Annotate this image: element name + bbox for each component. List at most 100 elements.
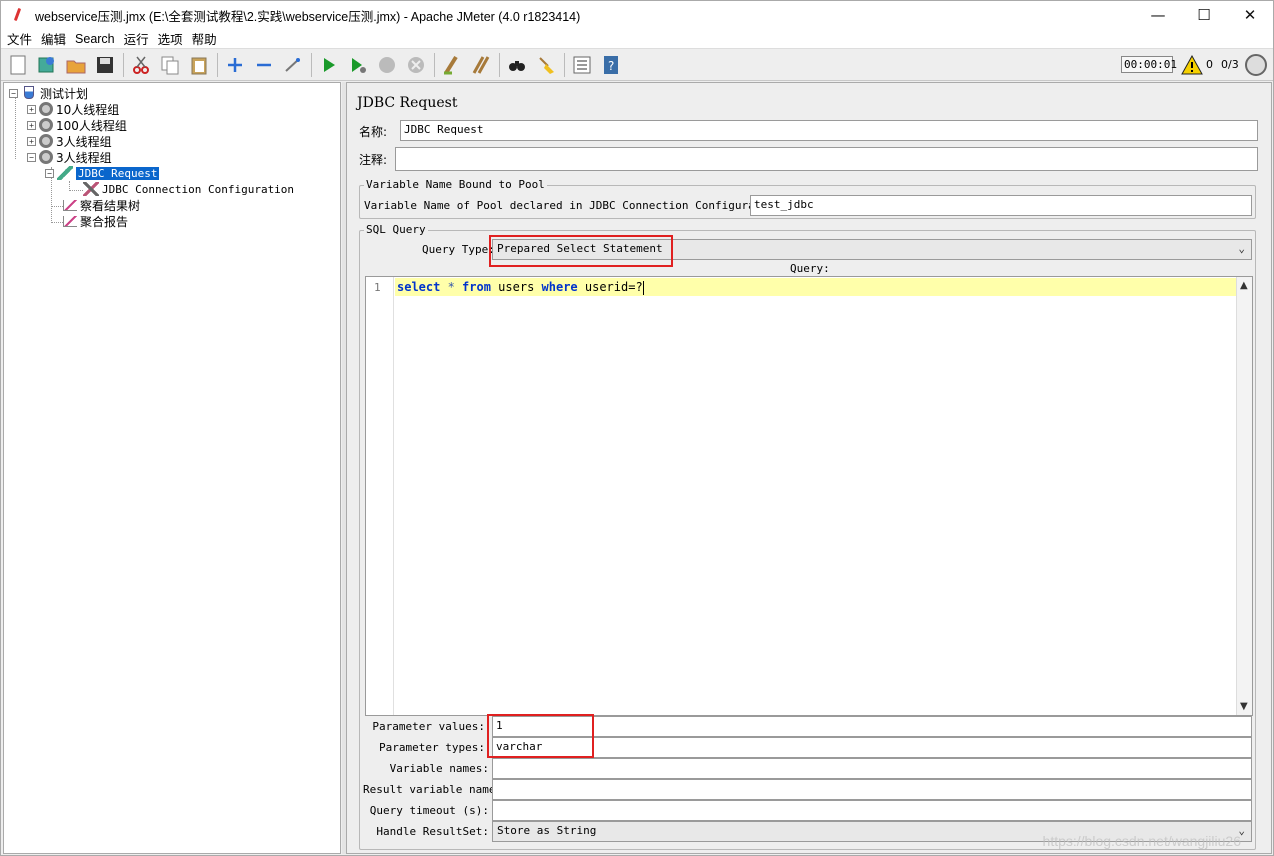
clear-icon[interactable] <box>441 54 463 76</box>
scroll-down-icon[interactable]: ▼ <box>1240 701 1248 712</box>
menu-search[interactable]: Search <box>75 32 115 46</box>
comment-label: 注释: <box>359 153 388 167</box>
sql-table: users <box>490 280 542 294</box>
tree-item-thread-group[interactable]: − 3人线程组 <box>27 149 112 165</box>
paste-icon[interactable] <box>188 54 210 76</box>
pool-name-field[interactable]: test_jdbc <box>750 195 1252 216</box>
menu-help[interactable]: 帮助 <box>192 29 217 48</box>
toolbar-separator <box>564 53 565 77</box>
sql-keyword-select: select <box>397 280 441 294</box>
toolbar-separator <box>434 53 435 77</box>
jmeter-feather-icon <box>11 7 25 23</box>
stop-icon[interactable] <box>376 54 398 76</box>
title-bar: webservice压测.jmx (E:\全套测试教程\2.实践\webserv… <box>1 1 1273 29</box>
active-threads: 0/3 <box>1221 58 1239 71</box>
reset-search-broom-icon[interactable] <box>535 54 557 76</box>
collapse-all-icon[interactable] <box>253 54 275 76</box>
name-label: 名称: <box>359 125 388 139</box>
remote-engine-icon[interactable] <box>1245 54 1267 76</box>
collapse-toggle[interactable]: − <box>45 168 54 178</box>
function-helper-icon[interactable] <box>571 54 593 76</box>
highlight-parameters <box>487 714 594 758</box>
expand-toggle[interactable]: + <box>27 104 36 114</box>
expand-toggle[interactable]: + <box>27 120 36 130</box>
warning-icon[interactable] <box>1181 54 1203 75</box>
tree-item-label: 聚合报告 <box>80 214 129 229</box>
shutdown-icon[interactable] <box>405 54 427 76</box>
param-types-label: Parameter types: <box>379 741 485 754</box>
query-timeout-field[interactable] <box>492 800 1252 821</box>
test-plan-tree: − 测试计划 + 10人线程组 + 100人线程组 + 3人线程组 − 3人线程… <box>3 82 341 854</box>
toolbar-separator <box>123 53 124 77</box>
menu-options[interactable]: 选项 <box>158 29 183 48</box>
tree-item-label-selected: JDBC Request <box>76 166 160 180</box>
result-variable-field[interactable] <box>492 779 1252 800</box>
maximize-button[interactable]: ☐ <box>1181 1 1227 29</box>
jmeter-window: webservice压测.jmx (E:\全套测试教程\2.实践\webserv… <box>0 0 1274 856</box>
sql-star: * <box>440 280 463 294</box>
sql-editor[interactable]: 1 select * from users where userid=? ▲ ▼ <box>365 276 1253 716</box>
tree-item-results-tree[interactable]: 察看结果树 <box>63 197 140 213</box>
expand-toggle[interactable]: + <box>27 136 36 146</box>
open-icon[interactable] <box>65 54 87 76</box>
cut-icon[interactable] <box>130 54 152 76</box>
tree-item-jdbc-request[interactable]: − JDBC Request <box>45 165 160 181</box>
templates-icon[interactable] <box>36 54 58 76</box>
config-tools-icon <box>83 182 99 196</box>
tree-item-label: 测试计划 <box>40 86 89 101</box>
toolbar-separator <box>217 53 218 77</box>
tree-item-label: 100人线程组 <box>56 118 127 133</box>
handle-resultset-label: Handle ResultSet: <box>376 825 489 838</box>
pool-label: Variable Name of Pool declared in JDBC C… <box>364 199 788 212</box>
handle-resultset-value: Store as String <box>497 824 597 837</box>
scroll-up-icon[interactable]: ▲ <box>1240 280 1248 291</box>
collapse-toggle[interactable]: − <box>27 152 36 162</box>
name-field[interactable]: JDBC Request <box>400 120 1258 141</box>
help-icon[interactable]: ? <box>600 54 622 76</box>
menu-file[interactable]: 文件 <box>7 29 32 48</box>
tree-connector <box>69 190 83 191</box>
search-binoculars-icon[interactable] <box>506 54 528 76</box>
variable-names-field[interactable] <box>492 758 1252 779</box>
expand-all-icon[interactable] <box>224 54 246 76</box>
param-values-field[interactable]: 1 <box>492 716 1252 737</box>
sql-code-line[interactable]: select * from users where userid=? <box>395 278 1237 296</box>
tree-item-thread-group[interactable]: + 3人线程组 <box>27 133 112 149</box>
param-values-label: Parameter values: <box>372 720 485 733</box>
sql-group-legend: SQL Query <box>364 223 428 236</box>
new-icon[interactable] <box>7 54 29 76</box>
save-icon[interactable] <box>94 54 116 76</box>
warning-count: 0 <box>1206 58 1213 71</box>
close-button[interactable]: ✕ <box>1227 1 1273 29</box>
variable-names-label: Variable names: <box>389 762 489 775</box>
collapse-toggle[interactable]: − <box>9 88 18 98</box>
sql-condition: userid=? <box>577 280 643 294</box>
chevron-down-icon: ⌄ <box>1238 242 1245 255</box>
menu-bar: 文件 编辑 Search 运行 选项 帮助 <box>1 29 1273 49</box>
toggle-icon[interactable] <box>282 54 304 76</box>
tree-item-jdbc-config[interactable]: JDBC Connection Configuration <box>83 181 294 197</box>
tree-connector <box>51 222 63 223</box>
line-number: 1 <box>374 281 381 294</box>
tree-item-thread-group[interactable]: + 100人线程组 <box>27 117 127 133</box>
minimize-button[interactable]: — <box>1135 1 1181 29</box>
param-types-field[interactable]: varchar <box>492 737 1252 758</box>
toolbar-separator <box>499 53 500 77</box>
result-variable-label: Result variable name: <box>363 783 503 796</box>
tree-item-label: 3人线程组 <box>56 150 112 165</box>
copy-icon[interactable] <box>159 54 181 76</box>
test-plan-flask-icon <box>21 86 37 100</box>
menu-run[interactable]: 运行 <box>124 29 149 48</box>
start-icon[interactable] <box>318 54 340 76</box>
clear-all-icon[interactable] <box>470 54 492 76</box>
menu-edit[interactable]: 编辑 <box>41 29 66 48</box>
tree-item-thread-group[interactable]: + 10人线程组 <box>27 101 119 117</box>
pool-group-legend: Variable Name Bound to Pool <box>364 178 547 191</box>
start-no-pauses-icon[interactable] <box>347 54 369 76</box>
editor-scrollbar[interactable]: ▲ ▼ <box>1236 277 1252 715</box>
comment-field[interactable] <box>395 147 1258 171</box>
tree-item-test-plan[interactable]: − 测试计划 <box>9 85 88 101</box>
tree-item-aggregate-report[interactable]: 聚合报告 <box>63 213 128 229</box>
tree-item-label: 10人线程组 <box>56 102 120 117</box>
sql-keyword-where: where <box>541 280 578 294</box>
